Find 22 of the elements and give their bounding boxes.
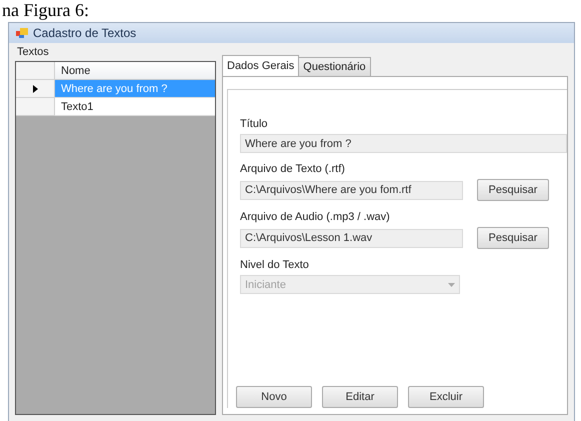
row-header[interactable] [16, 80, 55, 98]
path-field[interactable]: C:\Arquivos\Where are you fom.rtf [240, 180, 463, 200]
group-title: Textos [16, 45, 50, 59]
field-label: Título [240, 118, 269, 130]
caption-text: na Figura 6: [1, 0, 89, 21]
window-icon [16, 28, 28, 38]
table-cell[interactable]: Texto1 [55, 98, 215, 116]
tab[interactable]: Questionário [298, 57, 371, 77]
window-title: Cadastro de Textos [33, 26, 136, 40]
path-field[interactable]: C:\Arquivos\Lesson 1.wav [240, 228, 463, 248]
search-button[interactable]: Pesquisar [477, 227, 549, 249]
column-header[interactable]: Nome [55, 62, 215, 80]
field-label: Arquivo de Texto (.rtf) [240, 163, 346, 175]
dropdown-arrow-icon [448, 282, 455, 286]
action-button[interactable]: Novo [236, 386, 312, 408]
action-button[interactable]: Excluir [408, 386, 484, 408]
tab[interactable]: Dados Gerais [222, 55, 300, 77]
text-field[interactable]: Where are you from ? [240, 134, 567, 153]
field-label: Arquivo de Audio (.mp3 / .wav) [240, 211, 391, 223]
search-button[interactable]: Pesquisar [477, 179, 549, 201]
field-label: Nivel do Texto [240, 259, 310, 271]
action-button[interactable]: Editar [322, 386, 398, 408]
